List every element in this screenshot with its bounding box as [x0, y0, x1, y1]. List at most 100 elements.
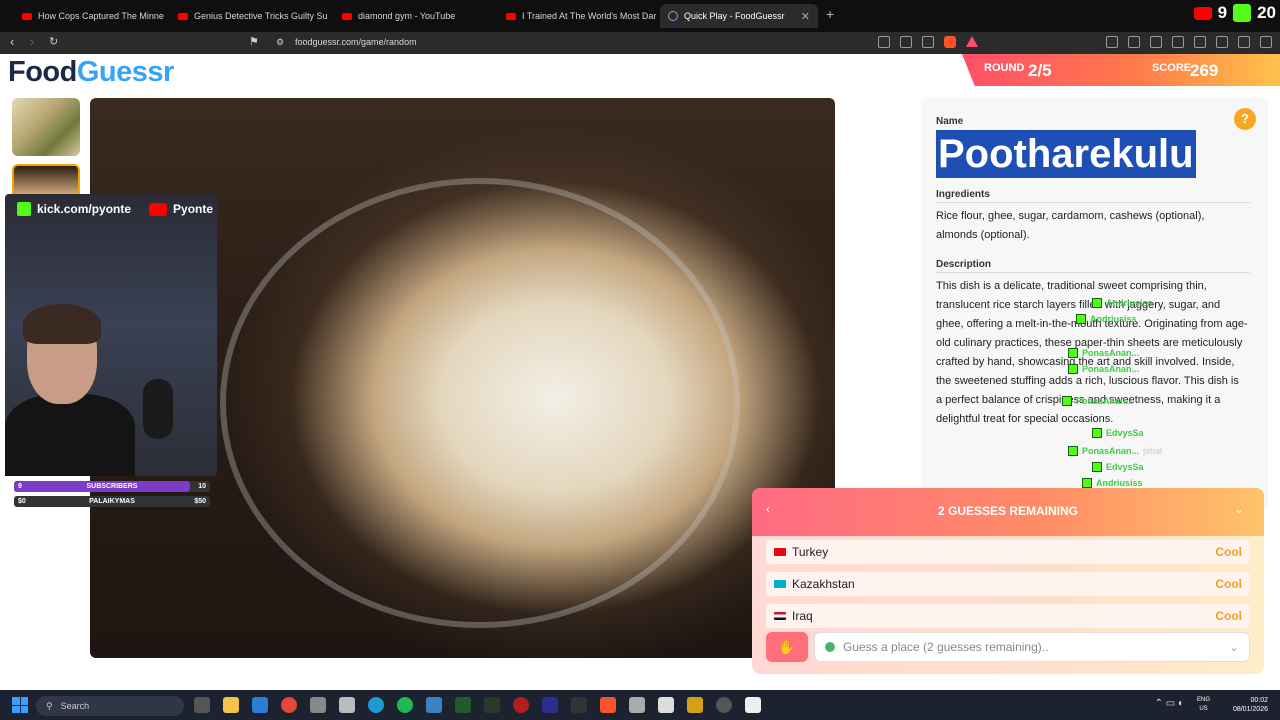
chat-username: EdvysSa: [1106, 428, 1144, 438]
kick-icon: [1082, 478, 1092, 488]
task-view-icon[interactable]: [194, 697, 210, 713]
store-icon[interactable]: [252, 697, 268, 713]
flag-icon: [774, 580, 786, 588]
translate-icon[interactable]: [900, 36, 912, 48]
new-tab-button[interactable]: +: [826, 6, 834, 22]
music-icon[interactable]: [1150, 36, 1162, 48]
chat-message: pibal: [1143, 446, 1163, 456]
wallet-icon[interactable]: [1194, 36, 1206, 48]
kick-icon: [1092, 298, 1102, 308]
app-icon[interactable]: [455, 697, 471, 713]
bookmark-icon[interactable]: ⚑: [249, 35, 259, 48]
tab-active[interactable]: Quick Play - FoodGuessr | FoodG ✕: [660, 4, 818, 28]
tab-title: diamond gym - YouTube: [358, 11, 456, 21]
edge-icon[interactable]: [368, 697, 384, 713]
cast-icon[interactable]: [878, 36, 890, 48]
file-explorer-icon[interactable]: [223, 697, 239, 713]
tab-1[interactable]: How Cops Captured The Minnesota I: [14, 4, 164, 28]
streamer-body: [5, 394, 135, 476]
app-icon[interactable]: [629, 697, 645, 713]
brave-shield-icon[interactable]: [944, 36, 956, 48]
brave-icon[interactable]: [600, 697, 616, 713]
language-indicator[interactable]: ENG US: [1197, 696, 1210, 714]
guess-input[interactable]: Guess a place (2 guesses remaining).. ⌄: [814, 632, 1250, 662]
reload-icon[interactable]: ↻: [49, 35, 58, 48]
chat-username: EdvysSa: [1106, 462, 1144, 472]
goal-label: PALAIKYMAS: [89, 498, 135, 505]
vpn-icon[interactable]: [1238, 36, 1250, 48]
browser-tabstrip: How Cops Captured The Minnesota I Genius…: [0, 0, 1280, 32]
app-icon[interactable]: [658, 697, 674, 713]
extension-icon[interactable]: [1216, 36, 1228, 48]
globe-icon: [668, 11, 678, 21]
lang-code: ENG: [1196, 697, 1210, 703]
kick-icon: [1062, 396, 1072, 406]
guess-result: Cool: [1215, 609, 1242, 623]
chat-username: PonasAnan...: [1082, 348, 1140, 358]
search-icon: ⚲: [46, 700, 53, 711]
extension-icon[interactable]: [1106, 36, 1118, 48]
kick-icon: [1233, 4, 1252, 22]
youtube-icon: [342, 12, 352, 20]
subscriber-goal: 9 SUBSCRIBERS 10: [14, 481, 210, 492]
kick-icon: [1068, 364, 1078, 374]
site-info-icon[interactable]: ⚙: [276, 37, 284, 48]
kick-icon: [1076, 314, 1086, 324]
guess-panel: ‹ 2 GUESSES REMAINING ⌄ Turkey Cool Kaza…: [752, 488, 1264, 674]
tab-4[interactable]: I Trained At The World's Most Dange: [498, 4, 656, 28]
app-icon[interactable]: [716, 697, 732, 713]
app-icon[interactable]: [513, 697, 529, 713]
kick-icon: [1092, 462, 1102, 472]
windows-start-icon[interactable]: [12, 697, 28, 713]
guess-row: Turkey Cool: [766, 540, 1250, 564]
url-field[interactable]: foodguessr.com/game/random: [295, 37, 417, 47]
tab-3[interactable]: diamond gym - YouTube: [334, 4, 494, 28]
dish-name: Pootharekulu: [936, 130, 1196, 178]
chrome-icon[interactable]: [281, 697, 297, 713]
system-tray-icons[interactable]: ⌃ ▭ ◐: [1155, 698, 1184, 709]
youtube-handle: Pyonte: [173, 202, 214, 216]
guesses-remaining: 2 GUESSES REMAINING: [937, 504, 1079, 518]
app-icon[interactable]: [745, 697, 761, 713]
app-icon[interactable]: [687, 697, 703, 713]
sidebar-icon[interactable]: [1172, 36, 1184, 48]
chevron-down-icon[interactable]: ⌄: [1229, 640, 1239, 654]
back-icon[interactable]: ‹: [10, 34, 14, 49]
map-pin-button[interactable]: ✋: [766, 632, 808, 662]
close-icon[interactable]: ✕: [801, 10, 810, 23]
lang-region: US: [1199, 706, 1208, 712]
app-icon[interactable]: [484, 697, 500, 713]
taskbar: ⚲ Search ⌃ ▭ ◐ ENG US 00:02 08/01/2026: [0, 690, 1280, 720]
rewards-icon[interactable]: [966, 36, 978, 47]
score-label: SCORE: [1152, 62, 1192, 74]
logo[interactable]: FoodGuessr: [8, 56, 174, 89]
yt-count: 9: [1217, 3, 1228, 22]
youtube-icon: [149, 202, 168, 216]
thumbnail-1[interactable]: [12, 98, 80, 156]
guess-row: Iraq Cool: [766, 604, 1250, 628]
clock[interactable]: 00:02 08/01/2026: [1233, 696, 1268, 714]
share-icon[interactable]: [922, 36, 934, 48]
divider: [936, 272, 1250, 273]
taskbar-search[interactable]: ⚲ Search: [36, 696, 184, 716]
guess-placeholder: Guess a place (2 guesses remaining)..: [843, 640, 1049, 654]
goal-target: $50: [194, 498, 206, 505]
tab-2[interactable]: Genius Detective Tricks Guilty Suspe: [170, 4, 328, 28]
score-value: 269: [1190, 61, 1219, 80]
forward-icon[interactable]: ›: [30, 34, 34, 49]
premiere-icon[interactable]: [542, 697, 558, 713]
youtube-icon: [506, 12, 516, 20]
goal-label: SUBSCRIBERS: [86, 483, 138, 490]
chevron-down-icon[interactable]: ⌄: [1234, 502, 1244, 516]
help-icon[interactable]: ?: [1234, 108, 1256, 130]
logo-food: Food: [8, 56, 77, 88]
menu-icon[interactable]: [1260, 36, 1272, 48]
app-icon[interactable]: [571, 697, 587, 713]
spotify-icon[interactable]: [397, 697, 413, 713]
app-icon[interactable]: [339, 697, 355, 713]
extension-icon[interactable]: [1128, 36, 1140, 48]
kick-count: 20: [1257, 3, 1276, 22]
app-icon[interactable]: [310, 697, 326, 713]
clock-time: 00:02: [1250, 697, 1268, 704]
app-icon[interactable]: [426, 697, 442, 713]
